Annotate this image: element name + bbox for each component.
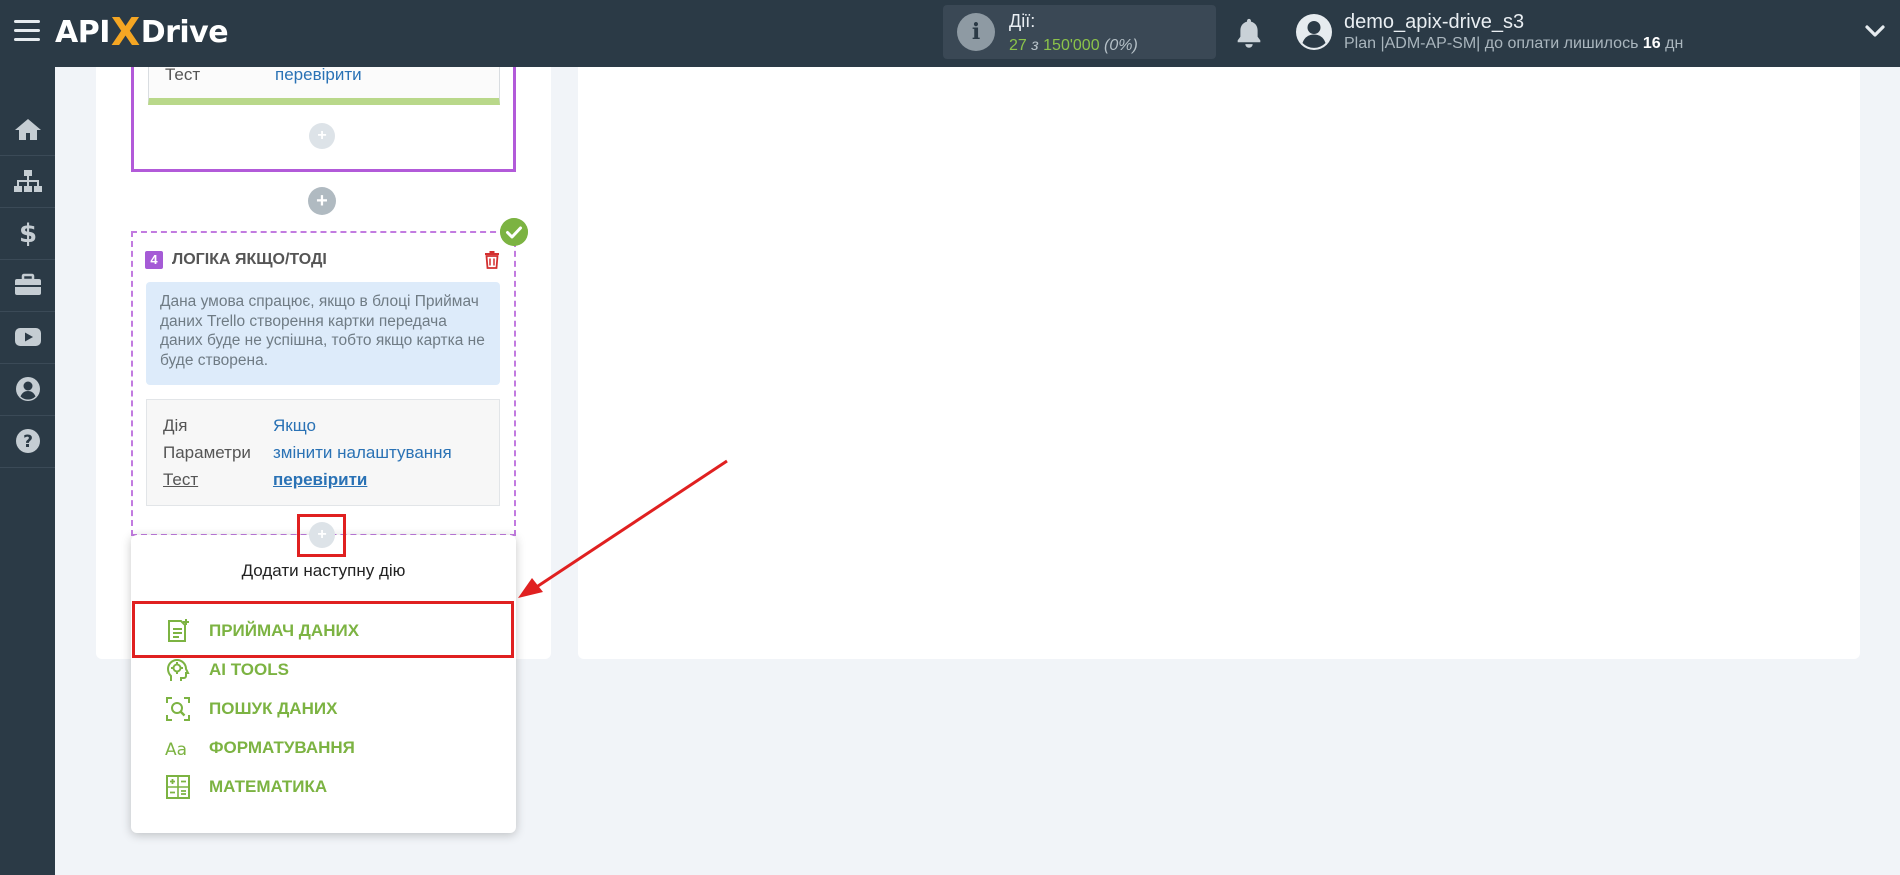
annotation-arrow [518, 459, 728, 598]
